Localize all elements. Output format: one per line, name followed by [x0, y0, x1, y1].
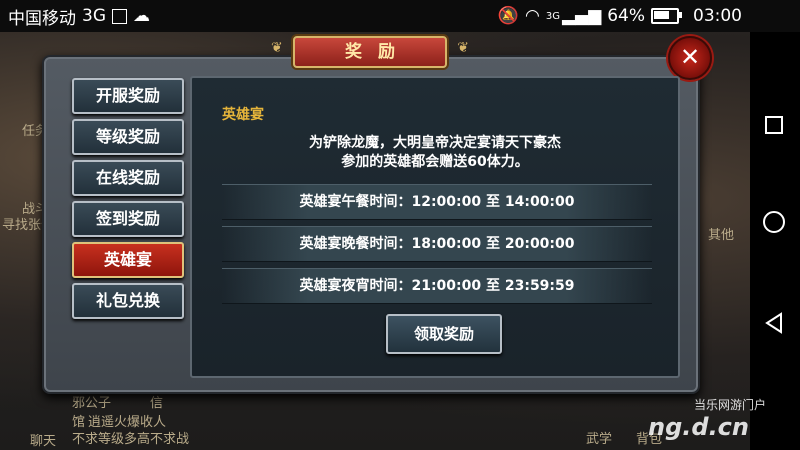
battery-percent: 64%	[607, 6, 645, 26]
menu-item-hero-banquet[interactable]: 英雄宴	[72, 242, 184, 278]
android-nav-bar	[750, 32, 800, 450]
menu-item-online-reward[interactable]: 在线奖励	[72, 160, 184, 196]
menu-item-gift-redeem[interactable]: 礼包兑换	[72, 283, 184, 319]
close-icon: ✕	[679, 43, 701, 71]
menu-item-label: 礼包兑换	[95, 291, 160, 310]
wifi-icon: ◠	[525, 6, 540, 26]
menu-item-label: 等级奖励	[95, 127, 160, 146]
nav-recents-button[interactable]	[765, 116, 783, 134]
back-triangle-icon	[765, 312, 782, 334]
claim-reward-button[interactable]: 领取奖励	[386, 314, 502, 354]
bg-text-chat: 聊天	[30, 434, 57, 449]
chat-notification-icon: ☁	[133, 6, 150, 26]
watermark-line-1: 当乐网游门户	[693, 398, 766, 412]
battery-icon	[651, 8, 682, 24]
menu-item-level-reward[interactable]: 等级奖励	[72, 119, 184, 155]
bg-text-char1: 信	[150, 396, 164, 411]
image-notification-icon	[112, 8, 127, 24]
bg-text-martial: 武学	[586, 432, 613, 447]
carrier-name: 中国移动	[8, 8, 76, 29]
network-type: 3G	[82, 6, 106, 26]
content-panel: 英雄宴 为铲除龙魔，大明皇帝决定宴请天下豪杰 参加的英雄都会赠送60体力。 英雄…	[190, 76, 680, 378]
bg-text-slogan: 不求等级多高不求战	[72, 432, 190, 447]
signal-icon: ▂▄▆	[561, 6, 602, 26]
banquet-time-supper: 英雄宴夜宵时间：21:00:00 至 23:59:59	[222, 268, 652, 304]
nav-home-button[interactable]	[763, 211, 785, 233]
close-button[interactable]: ✕	[668, 36, 712, 80]
menu-item-label: 在线奖励	[95, 168, 160, 187]
menu-item-label: 签到奖励	[95, 209, 160, 228]
menu-item-signin-reward[interactable]: 签到奖励	[72, 201, 184, 237]
status-left: 中国移动 3G ☁	[8, 0, 150, 32]
content-title: 英雄宴	[222, 107, 264, 123]
dialog-title-plate: ❦ 奖励 ❦	[271, 36, 469, 68]
left-ornament-icon: ❦	[271, 40, 283, 56]
nav-back-button[interactable]	[764, 312, 784, 334]
banquet-time-dinner: 英雄宴晚餐时间：18:00:00 至 20:00:00	[222, 226, 652, 262]
clock: 03:00	[693, 6, 742, 26]
bg-text-other: 其他	[708, 228, 735, 243]
signal-label: 3G	[545, 10, 560, 22]
watermark-logo: ng.d.cn	[648, 413, 749, 441]
bg-text-player: 邪公子	[72, 396, 112, 411]
dialog-title: 奖励	[345, 42, 411, 62]
description-line-2: 参加的英雄都会赠送60体力。	[341, 154, 529, 170]
status-right: 🔕 ◠ 3G ▂▄▆ 64% 03:00	[498, 0, 742, 32]
banquet-time-lunch: 英雄宴午餐时间：12:00:00 至 14:00:00	[222, 184, 652, 220]
watermark: 当乐网游门户 ng.d.cn	[648, 396, 766, 441]
menu-item-label: 英雄宴	[103, 250, 152, 269]
mute-icon: 🔕	[497, 6, 519, 26]
status-bar: 中国移动 3G ☁ 🔕 ◠ 3G ▂▄▆ 64% 03:00	[0, 0, 800, 32]
right-ornament-icon: ❦	[457, 40, 469, 56]
menu-item-label: 开服奖励	[95, 86, 160, 105]
description-line-1: 为铲除龙魔，大明皇帝决定宴请天下豪杰	[309, 135, 561, 151]
menu-item-opening-reward[interactable]: 开服奖励	[72, 78, 184, 114]
